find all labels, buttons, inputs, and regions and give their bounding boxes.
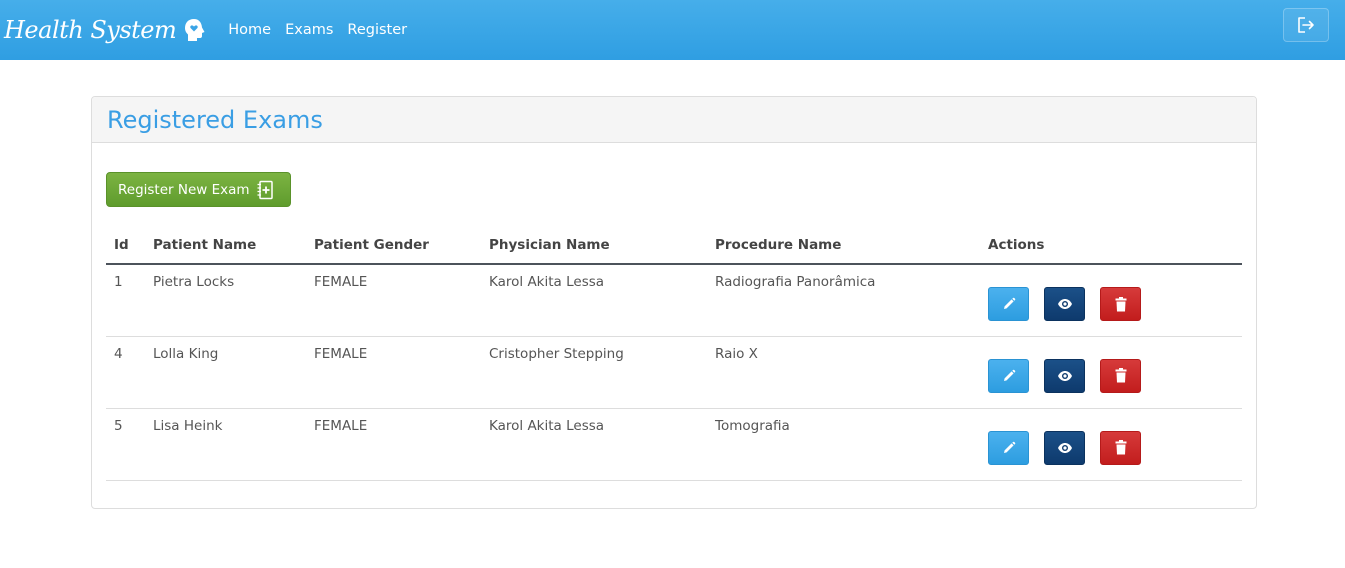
header-id: Id (106, 227, 145, 265)
cell-patient-gender: FEMALE (306, 336, 481, 409)
header-patient-gender: Patient Gender (306, 227, 481, 265)
row-actions (988, 418, 1242, 465)
row-actions (988, 274, 1242, 321)
cell-patient-name: Lolla King (145, 336, 306, 409)
view-button[interactable] (1044, 430, 1085, 465)
exams-table: Id Patient Name Patient Gender Physician… (106, 227, 1242, 481)
page-title: Registered Exams (107, 105, 323, 134)
exams-panel: Registered Exams Register New Exam Id Pa… (91, 96, 1257, 509)
eye-icon (1057, 370, 1072, 381)
cell-actions (980, 336, 1242, 409)
cell-procedure-name: Raio X (707, 336, 980, 409)
cell-patient-gender: FEMALE (306, 264, 481, 337)
edit-button[interactable] (988, 430, 1029, 465)
table-row: 4 Lolla King FEMALE Cristopher Stepping … (106, 336, 1242, 409)
delete-button[interactable] (1100, 287, 1141, 321)
register-new-exam-label: Register New Exam (118, 181, 250, 198)
eye-icon (1057, 442, 1072, 453)
top-navbar: Health System Home Exams Register (0, 0, 1345, 60)
pencil-icon (1003, 441, 1015, 453)
table-row: 1 Pietra Locks FEMALE Karol Akita Lessa … (106, 264, 1242, 337)
head-heart-icon (185, 19, 205, 41)
nav-exams[interactable]: Exams (285, 22, 333, 38)
table-row: 5 Lisa Heink FEMALE Karol Akita Lessa To… (106, 408, 1242, 481)
nav-home[interactable]: Home (228, 22, 271, 38)
register-new-exam-button[interactable]: Register New Exam (106, 172, 291, 207)
pencil-icon (1003, 369, 1015, 381)
delete-button[interactable] (1100, 430, 1141, 465)
cell-procedure-name: Tomografia (707, 408, 980, 481)
cell-id: 4 (106, 336, 145, 409)
cell-physician-name: Cristopher Stepping (481, 336, 707, 409)
header-physician-name: Physician Name (481, 227, 707, 265)
nav-register[interactable]: Register (347, 22, 407, 38)
cell-patient-name: Lisa Heink (145, 408, 306, 481)
brand[interactable]: Health System (4, 16, 206, 44)
cell-patient-gender: FEMALE (306, 408, 481, 481)
nav-links: Home Exams Register (228, 22, 421, 38)
cell-physician-name: Karol Akita Lessa (481, 264, 707, 337)
table-header-row: Id Patient Name Patient Gender Physician… (106, 227, 1242, 265)
brand-title: Health System (4, 16, 177, 44)
cell-patient-name: Pietra Locks (145, 264, 306, 337)
cell-procedure-name: Radiografia Panorâmica (707, 264, 980, 337)
panel-heading: Registered Exams (92, 97, 1256, 143)
edit-button[interactable] (988, 358, 1029, 393)
view-button[interactable] (1044, 358, 1085, 393)
row-actions (988, 346, 1242, 393)
cell-id: 1 (106, 264, 145, 337)
view-button[interactable] (1044, 287, 1085, 321)
header-actions: Actions (980, 227, 1242, 265)
cell-actions (980, 408, 1242, 481)
header-patient-name: Patient Name (145, 227, 306, 265)
delete-button[interactable] (1100, 358, 1141, 393)
trash-icon (1115, 296, 1126, 311)
cell-actions (980, 264, 1242, 337)
header-procedure-name: Procedure Name (707, 227, 980, 265)
cell-physician-name: Karol Akita Lessa (481, 408, 707, 481)
cell-id: 5 (106, 408, 145, 481)
notebook-plus-icon (257, 180, 273, 199)
pencil-icon (1003, 297, 1015, 309)
logout-button[interactable] (1283, 8, 1329, 42)
eye-icon (1057, 299, 1072, 309)
edit-button[interactable] (988, 287, 1029, 321)
trash-icon (1115, 440, 1126, 455)
logout-icon (1298, 17, 1314, 33)
trash-icon (1115, 368, 1126, 383)
